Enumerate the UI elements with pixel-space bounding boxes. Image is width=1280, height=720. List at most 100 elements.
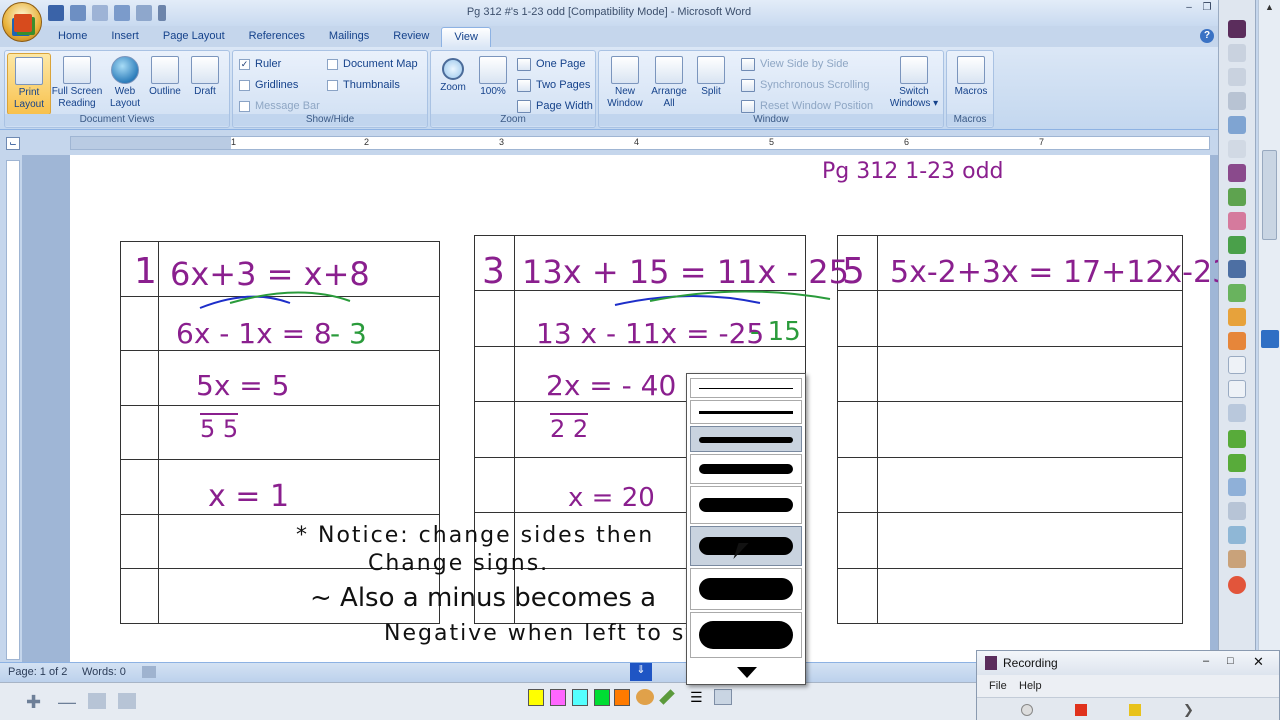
page-icon[interactable] xyxy=(1228,356,1246,374)
thickness-option-5[interactable] xyxy=(690,486,802,524)
eraser-icon[interactable] xyxy=(1228,212,1246,230)
tab-review[interactable]: Review xyxy=(381,27,441,47)
screen-capture-icon[interactable] xyxy=(1228,404,1246,422)
tab-references[interactable]: References xyxy=(237,27,317,47)
draft-button[interactable]: Draft xyxy=(183,53,227,115)
shapes-icon[interactable] xyxy=(1228,236,1246,254)
minimize-icon[interactable]: – xyxy=(1182,2,1196,14)
thumbnails-checkbox[interactable]: Thumbnails xyxy=(327,76,400,94)
page-width-button[interactable]: Page Width xyxy=(517,97,593,115)
maximize-icon[interactable]: □ xyxy=(1227,655,1234,667)
refresh-icon[interactable] xyxy=(1228,308,1246,326)
vertical-scrollbar[interactable]: ▲ xyxy=(1258,0,1280,720)
settings-icon[interactable] xyxy=(1228,550,1246,568)
minimize-icon[interactable]: – xyxy=(1203,655,1209,667)
scroll-down-icon[interactable] xyxy=(737,667,757,678)
highlighter-icon[interactable] xyxy=(1228,188,1246,206)
play-icon[interactable]: ❯ xyxy=(1183,702,1194,718)
tab-mailings[interactable]: Mailings xyxy=(317,27,381,47)
exit-icon[interactable] xyxy=(1228,576,1246,594)
pen-tool-icon[interactable] xyxy=(1228,164,1246,182)
zoom-100-button[interactable]: 100% xyxy=(471,53,515,115)
reset-window-position-button[interactable]: Reset Window Position xyxy=(741,97,873,115)
forward-arrow-icon[interactable] xyxy=(1228,454,1246,472)
line-tool-icon[interactable] xyxy=(1228,260,1246,278)
vertical-ruler[interactable] xyxy=(6,160,20,660)
full-screen-reading-button[interactable]: Full Screen Reading xyxy=(51,53,103,115)
document-page[interactable]: Pg 312 1-23 odd 1 6x+3 = x+8 6x - 1x = 8… xyxy=(70,155,1218,662)
help-icon[interactable]: ? xyxy=(1200,29,1214,43)
select-area-icon[interactable] xyxy=(714,689,732,705)
save-page-icon[interactable] xyxy=(1228,502,1246,520)
remove-icon[interactable]: — xyxy=(58,692,76,712)
color-cyan[interactable] xyxy=(572,689,588,706)
add-page-icon[interactable] xyxy=(1228,284,1246,302)
print-icon[interactable] xyxy=(1228,526,1246,544)
office-button[interactable] xyxy=(2,2,42,42)
stop-icon[interactable] xyxy=(1075,704,1087,716)
scroll-up-icon[interactable]: ▲ xyxy=(1263,2,1276,14)
two-pages-button[interactable]: Two Pages xyxy=(517,76,590,94)
one-page-button[interactable]: One Page xyxy=(517,55,586,73)
edit-icon[interactable] xyxy=(88,693,106,709)
blank-page-icon[interactable] xyxy=(1228,380,1246,398)
tab-home[interactable]: Home xyxy=(46,27,99,47)
pen-thickness-dropdown[interactable] xyxy=(686,373,806,685)
thickness-option-2[interactable] xyxy=(690,400,802,424)
tab-selector[interactable]: ⌙ xyxy=(6,137,20,150)
add-icon[interactable]: ✚ xyxy=(26,692,44,712)
outline-button[interactable]: Outline xyxy=(143,53,187,115)
print-layout-button[interactable]: Print Layout xyxy=(7,53,51,115)
gridlines-checkbox[interactable]: Gridlines xyxy=(239,76,298,94)
mouse-icon[interactable] xyxy=(1228,92,1246,110)
thickness-option-7[interactable] xyxy=(690,568,802,610)
view-side-by-side-button[interactable]: View Side by Side xyxy=(741,55,848,73)
word-count[interactable]: Words: 0 xyxy=(82,666,126,678)
split-button[interactable]: Split xyxy=(689,53,733,115)
record-icon[interactable] xyxy=(1021,704,1033,716)
pointer-tool-icon[interactable] xyxy=(1228,44,1246,62)
grid-icon[interactable] xyxy=(1228,478,1246,496)
pause-icon[interactable] xyxy=(1129,704,1141,716)
color-yellow[interactable] xyxy=(528,689,544,706)
down-arrows-icon[interactable]: ⇓ xyxy=(630,663,652,681)
page-count[interactable]: Page: 1 of 2 xyxy=(8,666,67,678)
palette-icon[interactable] xyxy=(636,689,654,705)
color-orange[interactable] xyxy=(614,689,630,706)
color-pink[interactable] xyxy=(550,689,566,706)
menu-file[interactable]: File xyxy=(989,680,1007,692)
restore-icon[interactable]: ❐ xyxy=(1200,2,1214,14)
arrange-all-button[interactable]: Arrange All xyxy=(647,53,691,115)
hand-tool-icon[interactable] xyxy=(1228,68,1246,86)
pen-icon[interactable] xyxy=(659,689,675,705)
tab-page-layout[interactable]: Page Layout xyxy=(151,27,237,47)
switch-windows-button[interactable]: Switch Windows ▾ xyxy=(887,53,941,115)
synchronous-scrolling-button[interactable]: Synchronous Scrolling xyxy=(741,76,869,94)
recording-window[interactable]: Recording – □ ✕ File Help ❯ xyxy=(976,650,1280,720)
tab-view[interactable]: View xyxy=(441,27,491,47)
horizontal-ruler[interactable]: 1 2 3 4 5 6 7 xyxy=(70,136,1210,150)
macros-button[interactable]: Macros xyxy=(949,53,993,115)
new-window-button[interactable]: New Window xyxy=(603,53,647,115)
close-icon[interactable]: ✕ xyxy=(1253,654,1264,670)
line-width-icon[interactable]: ☰ xyxy=(690,689,708,705)
tab-insert[interactable]: Insert xyxy=(99,27,151,47)
duplicate-icon[interactable] xyxy=(118,693,136,709)
document-map-checkbox[interactable]: Document Map xyxy=(327,55,418,73)
message-bar-checkbox[interactable]: Message Bar xyxy=(239,97,320,115)
thickness-option-1[interactable] xyxy=(690,378,802,398)
zoom-button[interactable]: Zoom xyxy=(431,53,475,115)
side-panel-toggle-icon[interactable] xyxy=(1261,330,1279,348)
proofing-icon[interactable] xyxy=(142,666,156,678)
thickness-option-8[interactable] xyxy=(690,612,802,658)
thickness-option-4[interactable] xyxy=(690,454,802,484)
ruler-checkbox[interactable]: ✓ Ruler xyxy=(239,55,281,73)
scrollbar-thumb[interactable] xyxy=(1262,150,1277,240)
thickness-option-3[interactable] xyxy=(690,426,802,452)
web-layout-button[interactable]: Web Layout xyxy=(103,53,147,115)
color-green[interactable] xyxy=(594,689,610,706)
recorder-icon[interactable] xyxy=(1228,20,1246,38)
arrow-cursor-icon[interactable] xyxy=(1228,140,1246,158)
menu-help[interactable]: Help xyxy=(1019,680,1042,692)
back-arrow-icon[interactable] xyxy=(1228,430,1246,448)
